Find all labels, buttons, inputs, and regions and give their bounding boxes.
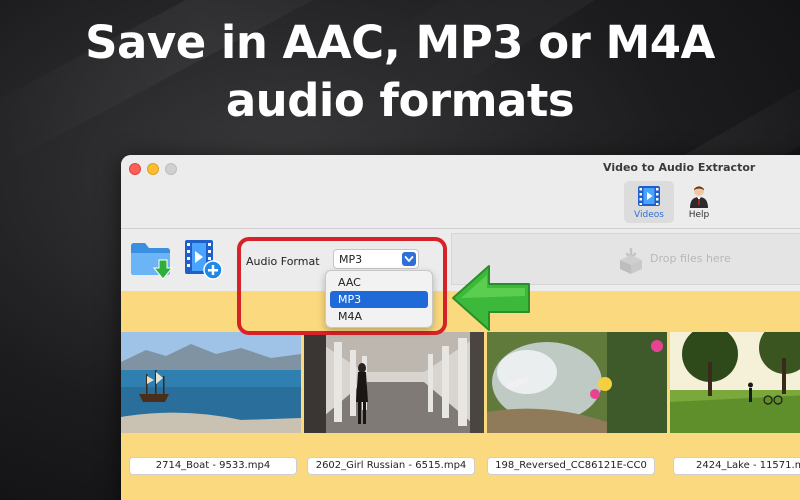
add-video-icon (185, 240, 223, 280)
window-title: Video to Audio Extractor (603, 161, 756, 174)
format-option-mp3[interactable]: MP3 (330, 291, 428, 308)
toolbar-videos-button[interactable]: Videos (624, 181, 674, 223)
video-thumbnail-lake[interactable] (670, 332, 800, 433)
folder-download-icon (131, 243, 174, 280)
video-thumbnail-girl[interactable] (304, 332, 484, 433)
format-option-m4a[interactable]: M4A (330, 308, 428, 325)
video-filename: 2714_Boat - 9533.mp4 (129, 457, 297, 475)
splash-scene-image (487, 332, 667, 433)
toolbar-videos-label: Videos (634, 210, 664, 220)
video-thumbnail-boat[interactable] (121, 332, 301, 433)
film-icon (638, 186, 660, 206)
promo-headline: Save in AAC, MP3 or M4A audio formats (0, 14, 800, 130)
format-option-aac[interactable]: AAC (330, 274, 428, 291)
audio-format-menu: AAC MP3 M4A (325, 270, 433, 328)
headline-line-2: audio formats (225, 74, 575, 127)
drop-box-icon (620, 248, 642, 274)
minimize-window-button[interactable] (147, 163, 159, 175)
arrow-left-icon (452, 265, 530, 331)
toolbar-help-label: Help (688, 210, 710, 220)
drop-zone-text: Drop files here (650, 252, 731, 265)
help-person-icon (690, 186, 708, 208)
close-window-button[interactable] (129, 163, 141, 175)
video-filename: 2602_Girl Russian - 6515.mp4 (307, 457, 475, 475)
title-bar: Video to Audio Extractor Videos Help (121, 155, 800, 229)
zoom-window-button[interactable] (165, 163, 177, 175)
toolbar-help-button[interactable]: Help (674, 181, 724, 223)
add-video-button[interactable] (183, 237, 223, 285)
video-thumbnail-reversed[interactable] (487, 332, 667, 433)
headline-line-1: Save in AAC, MP3 or M4A (85, 16, 715, 69)
boat-scene-image (121, 332, 301, 433)
video-filename: 198_Reversed_CC86121E-CC0 (487, 457, 655, 475)
park-scene-image (670, 332, 800, 433)
add-folder-button[interactable] (129, 238, 175, 286)
video-filename: 2424_Lake - 11571.m (673, 457, 800, 475)
arcade-scene-image (304, 332, 484, 433)
